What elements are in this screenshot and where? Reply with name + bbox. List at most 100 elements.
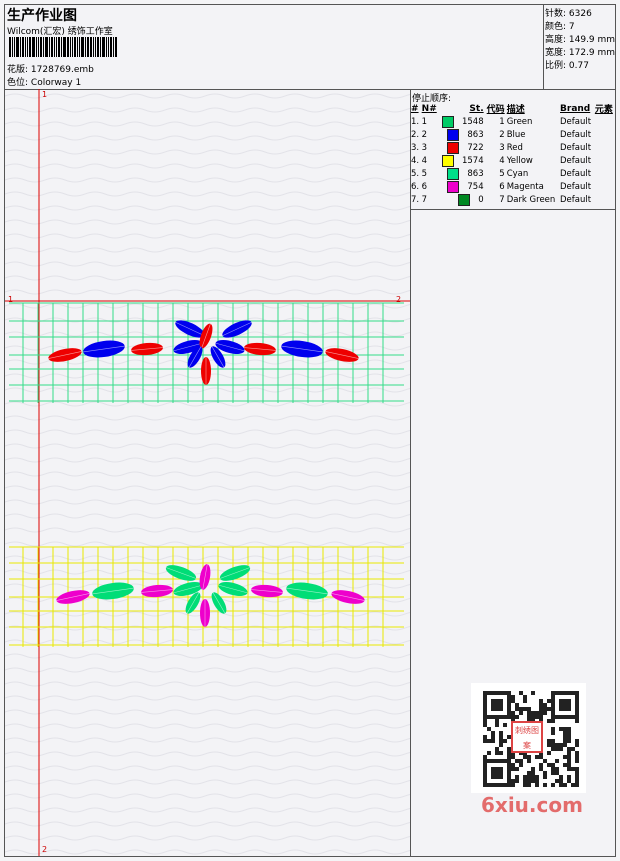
stop-stitches: 1574 (439, 154, 485, 167)
stitch-value: 863 (467, 130, 484, 140)
design-height: 高度: 149.9 mm (545, 35, 616, 45)
design-file: 1728769.emb (30, 65, 94, 75)
stop-row: 4. 4 1574 4 Yellow Default (410, 154, 615, 167)
stop-brand: Default (560, 168, 592, 179)
qr-code: 刺绣图案 (471, 683, 586, 793)
stop-description: Yellow (506, 155, 533, 166)
qr-stamp: 刺绣图案 (511, 721, 543, 753)
production-sheet: 生产作业图 Wilcom(汇宏) 绣饰工作室 花版: 1728769.emb 色… (4, 4, 616, 857)
stop-index: 2. (411, 129, 420, 140)
stop-needle: 4 (421, 155, 428, 166)
col-brand: Brand (560, 103, 591, 114)
stop-stitches: 722 (439, 141, 485, 154)
stop-code: 3 (499, 142, 505, 153)
header-info: 生产作业图 Wilcom(汇宏) 绣饰工作室 花版: 1728769.emb 色… (5, 5, 544, 90)
stop-element (594, 154, 615, 167)
col-code: 代码 (486, 105, 505, 115)
col-index: # (411, 103, 419, 114)
stitch-value: 1548 (461, 117, 484, 127)
stop-element (594, 167, 615, 180)
stop-brand: Default (560, 129, 592, 140)
watermark: 6xiu.com (481, 793, 583, 817)
stop-description: Cyan (506, 168, 529, 179)
color-swatch (447, 180, 460, 193)
stop-index: 3. (411, 142, 420, 153)
color-swatch (447, 167, 460, 180)
company-name: Wilcom(汇宏) 绣饰工作室 (7, 27, 113, 37)
design-line: 花版: 1728769.emb (7, 62, 94, 75)
stop-stitches: 1548 (439, 115, 485, 128)
stop-row: 1. 1 1548 1 Green Default (410, 115, 615, 128)
stop-needle: 2 (421, 129, 428, 140)
stop-code: 7 (499, 194, 505, 205)
color-swatch (441, 115, 454, 128)
stop-row: 5. 5 863 5 Cyan Default (410, 167, 615, 180)
marker-top: 1 (42, 90, 48, 99)
stop-description: Magenta (506, 181, 544, 192)
stop-sequence-table: # N# St. 代码 描述 Brand 元素 1. 1 1548 1 Green Def… (410, 102, 615, 206)
stop-stitches: 863 (439, 128, 485, 141)
stitch-value: 863 (467, 169, 484, 179)
stop-stitches: 863 (439, 167, 485, 180)
stop-rows: 1. 1 1548 1 Green Default 2. 2 863 2 Blue Default 3.… (410, 115, 615, 206)
stitch-value: 1574 (461, 156, 484, 166)
stop-description: Green (506, 116, 533, 127)
stop-code: 2 (499, 129, 505, 140)
design-width: 宽度: 172.9 mm (545, 48, 616, 58)
stop-element (594, 115, 615, 128)
stop-needle: 3 (421, 142, 428, 153)
stop-needle: 7 (421, 194, 428, 205)
stop-element (594, 128, 615, 141)
col-stitches: St. (469, 103, 484, 114)
stop-needle: 1 (421, 116, 428, 127)
design-canvas: 1 1 2 2 (5, 89, 411, 856)
stop-description: Dark Green (506, 194, 556, 205)
barcode (9, 37, 141, 57)
stop-code: 5 (499, 168, 505, 179)
stop-brand: Default (560, 181, 592, 192)
stop-element (594, 141, 615, 154)
stop-element (594, 180, 615, 193)
stop-code: 1 (499, 116, 505, 127)
page-title: 生产作业图 (7, 8, 77, 24)
col-description: 描述 (506, 105, 525, 115)
stop-row: 7. 7 0 7 Dark Green Default (410, 193, 615, 206)
marker-right: 2 (396, 295, 402, 304)
colorway-label: 色位: (7, 78, 29, 88)
stop-stitches: 0 (439, 193, 485, 206)
stop-brand: Default (560, 142, 592, 153)
stitch-value: 0 (478, 195, 484, 205)
stop-row: 3. 3 722 3 Red Default (410, 141, 615, 154)
colorway-value: Colorway 1 (30, 78, 82, 88)
canvas-svg (5, 89, 410, 856)
stop-description: Red (506, 142, 523, 153)
stop-description: Blue (506, 129, 526, 140)
stitch-count: 针数: 6326 (545, 9, 592, 19)
stop-element (594, 193, 615, 206)
stop-code: 4 (499, 155, 505, 166)
color-count: 颜色: 7 (545, 22, 575, 32)
stop-stitches: 754 (439, 180, 485, 193)
stop-index: 7. (411, 194, 420, 205)
design-label: 花版: (7, 65, 29, 75)
stop-index: 4. (411, 155, 420, 166)
stop-needle: 5 (421, 168, 428, 179)
color-swatch (458, 193, 471, 206)
color-swatch (447, 141, 460, 154)
marker-left: 1 (8, 295, 14, 304)
stitch-value: 722 (467, 143, 484, 153)
col-element: 元素 (594, 105, 613, 115)
stop-row: 6. 6 754 6 Magenta Default (410, 180, 615, 193)
color-swatch (441, 154, 454, 167)
stop-brand: Default (560, 155, 592, 166)
stop-index: 5. (411, 168, 420, 179)
color-swatch (447, 128, 460, 141)
stop-needle: 6 (421, 181, 428, 192)
marker-bottom: 2 (42, 845, 48, 854)
colorway-line: 色位: Colorway 1 (7, 75, 81, 88)
stats-panel: 针数: 6326 颜色: 7 高度: 149.9 mm 宽度: 172.9 mm… (543, 5, 615, 90)
stop-code: 6 (499, 181, 505, 192)
col-needle: N# (421, 103, 437, 114)
stop-brand: Default (560, 116, 592, 127)
stop-sequence-panel: 停止顺序: # N# St. 代码 描述 Brand 元素 1. 1 1548 1 Gr… (410, 89, 615, 210)
